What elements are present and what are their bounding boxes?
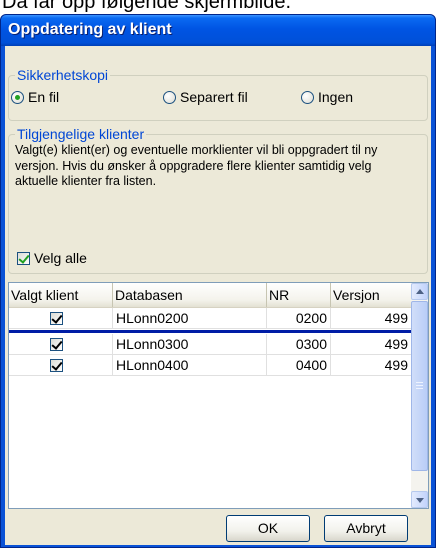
vertical-scrollbar[interactable] <box>411 283 428 508</box>
row-version: 499 <box>331 355 412 375</box>
row-version: 499 <box>331 334 412 354</box>
radio-en-fil[interactable]: En fil <box>11 89 59 105</box>
radio-separert-fil[interactable]: Separert fil <box>163 89 248 105</box>
dialog-body: Sikkerhetskopi En fil Separert fil Ingen… <box>5 46 431 545</box>
drag-insert-line <box>9 330 412 333</box>
select-all-checkbox[interactable]: Velg alle <box>17 250 87 266</box>
dialog-titlebar[interactable]: Oppdatering av klient <box>1 15 435 46</box>
backup-group: Sikkerhetskopi En fil Separert fil Ingen <box>8 67 428 121</box>
select-all-check-icon[interactable] <box>17 251 30 265</box>
column-header-versjon[interactable]: Versjon <box>331 283 412 307</box>
scroll-up-arrow-icon[interactable] <box>411 283 428 300</box>
row-select-cell[interactable] <box>9 308 113 328</box>
row-nr: 0300 <box>267 334 331 354</box>
radio-en-fil-indicator[interactable] <box>11 90 24 104</box>
radio-ingen-indicator[interactable] <box>301 90 314 104</box>
radio-ingen-label: Ingen <box>318 89 354 105</box>
backup-group-title: Sikkerhetskopi <box>15 67 111 83</box>
table-row[interactable]: HLonn0200 0200 499 <box>9 308 412 329</box>
table-header: Valgt klient Databasen NR Versjon <box>9 283 412 308</box>
column-header-valgt-klient[interactable]: Valgt klient <box>9 283 113 307</box>
row-checkbox-icon[interactable] <box>50 337 63 351</box>
radio-en-fil-label: En fil <box>28 89 60 105</box>
clients-description: Valgt(e) klient(er) og eventuelle morkli… <box>15 143 378 188</box>
ok-button[interactable]: OK <box>226 515 310 542</box>
row-version: 499 <box>331 308 412 328</box>
column-header-nr[interactable]: NR <box>267 283 331 307</box>
clients-group-title: Tilgjengelige klienter <box>15 126 147 142</box>
row-select-cell[interactable] <box>9 355 113 375</box>
scroll-down-arrow-icon[interactable] <box>411 491 428 508</box>
row-database: HLonn0200 <box>113 308 267 328</box>
row-checkbox-icon[interactable] <box>50 358 63 372</box>
radio-separert-fil-indicator[interactable] <box>163 90 176 104</box>
cancel-button[interactable]: Avbryt <box>324 515 408 542</box>
scroll-thumb[interactable] <box>411 301 428 471</box>
table-row[interactable]: HLonn0400 0400 499 <box>9 355 412 376</box>
row-database: HLonn0300 <box>113 334 267 354</box>
row-checkbox-icon[interactable] <box>50 311 63 325</box>
clients-listview[interactable]: Valgt klient Databasen NR Versjon HLonn0… <box>8 282 429 509</box>
row-select-cell[interactable] <box>9 334 113 354</box>
radio-ingen[interactable]: Ingen <box>301 89 353 105</box>
table-row[interactable]: HLonn0300 0300 499 <box>9 334 412 355</box>
row-nr: 0200 <box>267 308 331 328</box>
radio-separert-fil-label: Separert fil <box>180 89 248 105</box>
scroll-grip-icon <box>416 385 423 386</box>
dialog-title: Oppdatering av klient <box>8 21 172 38</box>
scroll-grip-icon <box>416 382 423 383</box>
row-database: HLonn0400 <box>113 355 267 375</box>
page-caption-text: Da får opp følgende skjermbilde. <box>2 0 292 13</box>
column-header-databasen[interactable]: Databasen <box>113 283 267 307</box>
dialog-window: Oppdatering av klient Sikkerhetskopi En … <box>0 14 436 548</box>
select-all-label: Velg alle <box>34 250 87 266</box>
scroll-grip-icon <box>416 388 423 389</box>
row-nr: 0400 <box>267 355 331 375</box>
